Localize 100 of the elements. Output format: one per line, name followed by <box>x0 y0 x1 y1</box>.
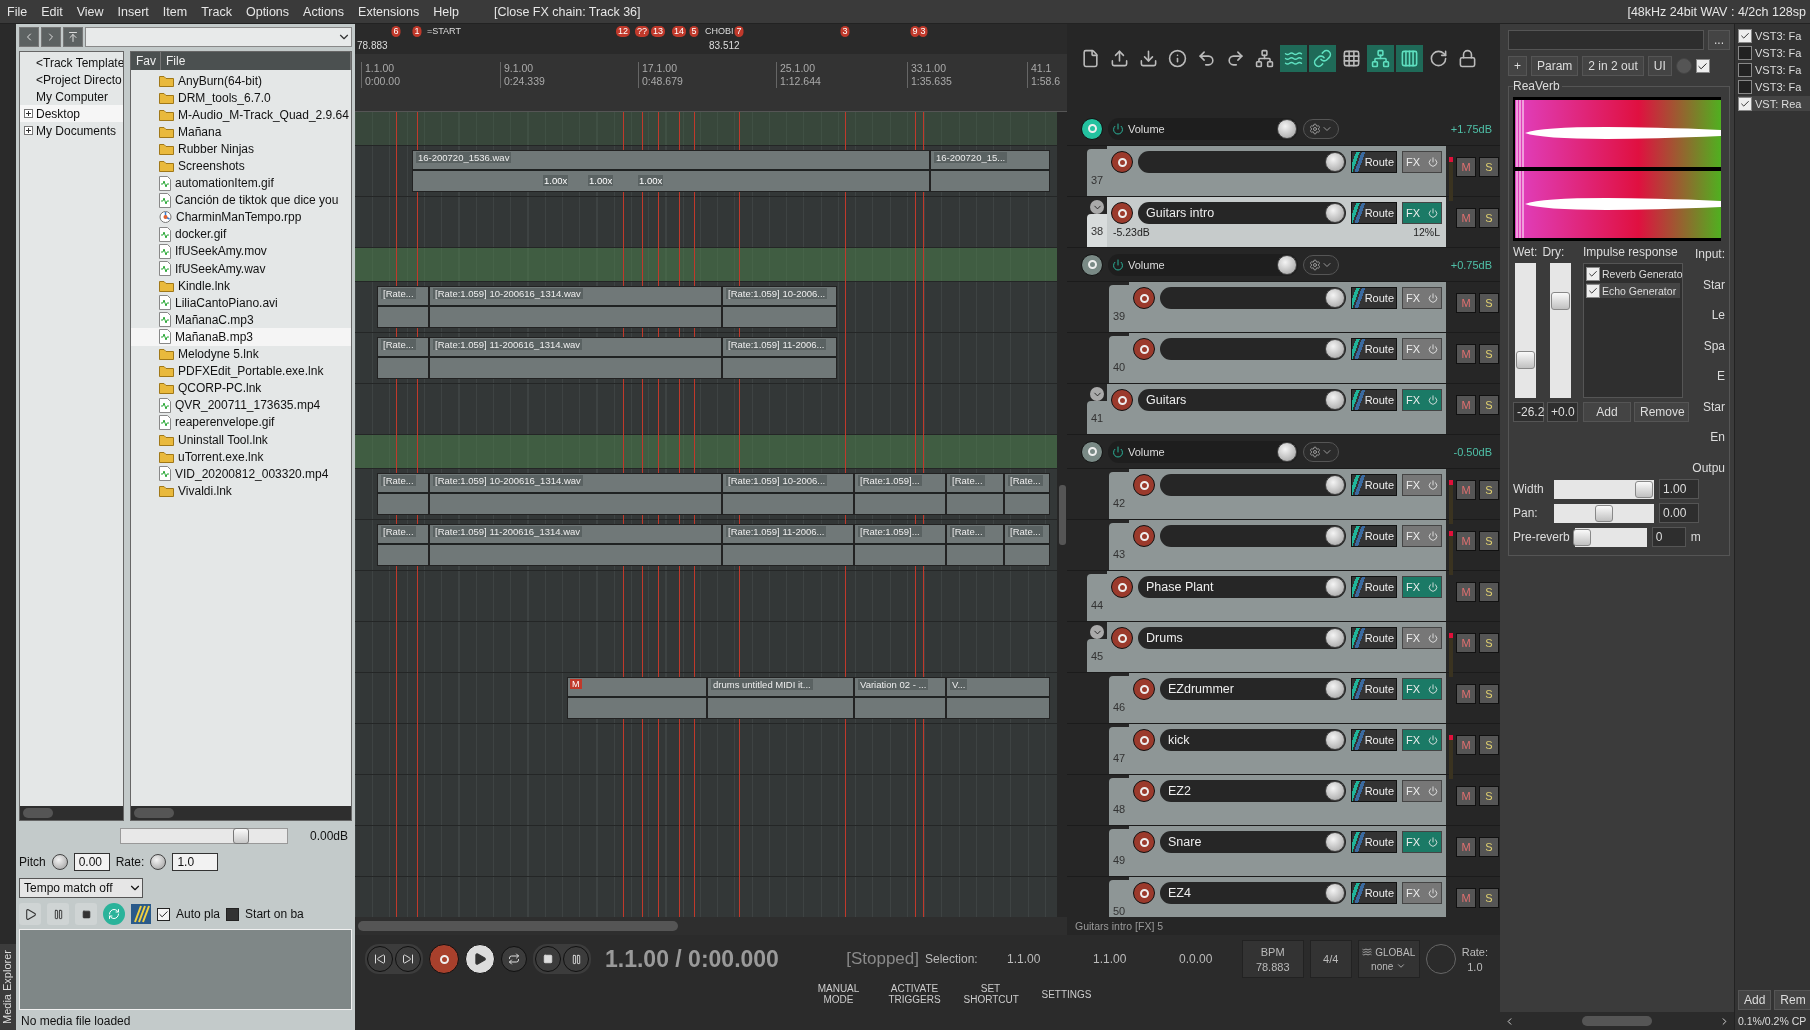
tempo-match-dropdown[interactable]: Tempo match off <box>19 878 143 898</box>
fx-button[interactable]: FX <box>1402 831 1442 853</box>
envelope-settings-button[interactable] <box>1303 254 1339 275</box>
timeline-ruler[interactable]: 1.1.00 0:00.00 9.1.00 0:24.339 17.1.00 0:48.679 25.1.00 1:12.644 33.1.00 1:35.635 41.1 1:58.6 <box>355 54 1067 112</box>
nodes-button[interactable] <box>1367 44 1394 72</box>
play-button[interactable] <box>19 903 41 925</box>
folder-collapse-button[interactable] <box>1090 200 1104 214</box>
marker-flag[interactable]: 9 <box>910 26 920 37</box>
file-row[interactable]: AnyBurn(64-bit) <box>131 72 351 90</box>
generator-item[interactable]: Reverb Generato <box>1586 266 1680 281</box>
menu-item[interactable]: Insert <box>110 4 156 19</box>
marker-flag[interactable]: ?? <box>635 26 649 37</box>
folder-collapse-button[interactable] <box>1090 625 1104 639</box>
preview-volume-slider[interactable] <box>120 828 288 844</box>
media-item[interactable]: [Rate:1.059]... <box>854 473 946 515</box>
route-button[interactable]: Route <box>1351 627 1397 649</box>
slider-thumb[interactable] <box>1635 480 1653 498</box>
route-button[interactable]: Route <box>1351 576 1397 598</box>
media-item[interactable]: [Rate... <box>377 524 429 566</box>
global-mode-box[interactable]: GLOBAL none <box>1357 940 1420 978</box>
track-name-field[interactable] <box>1160 287 1346 309</box>
slider-thumb[interactable] <box>1595 504 1613 522</box>
record-arm-button[interactable] <box>1111 576 1133 598</box>
pan-value-field[interactable]: 0.00 <box>1659 503 1699 523</box>
slider-thumb[interactable] <box>1572 528 1591 546</box>
media-item[interactable]: V... <box>946 677 1050 719</box>
track-panel[interactable]: Guitars intro Route FX -5.23dB 12%L <box>1107 197 1446 247</box>
track-number[interactable]: 37 <box>1087 149 1107 196</box>
rate-field[interactable]: 1.0 <box>172 853 219 871</box>
fx-button[interactable]: FX <box>1402 882 1442 904</box>
route-button[interactable]: Route <box>1351 678 1397 700</box>
file-row[interactable]: uTorrent.exe.lnk <box>131 448 351 466</box>
add-button[interactable]: Add <box>1583 402 1631 422</box>
route-button[interactable]: Route <box>1351 780 1397 802</box>
solo-button[interactable]: S <box>1479 480 1499 500</box>
action-button[interactable]: ACTIVATE TRIGGERS <box>887 983 942 1005</box>
solo-button[interactable]: S <box>1479 837 1499 857</box>
volume-knob[interactable] <box>1325 679 1345 699</box>
checkbox[interactable] <box>226 907 240 921</box>
track-name-field[interactable]: kick <box>1160 729 1346 751</box>
solo-button[interactable]: S <box>1479 344 1499 364</box>
slider-thumb[interactable] <box>1516 351 1535 370</box>
fx-button[interactable]: FX <box>1402 525 1442 547</box>
file-row[interactable]: reaperenvelope.gif <box>131 413 351 431</box>
marker-flag[interactable]: 5 <box>689 26 699 37</box>
track-number[interactable]: 48 <box>1109 778 1129 825</box>
tree-item[interactable]: <Project Directo <box>20 71 123 88</box>
stop-button[interactable] <box>535 946 561 972</box>
menu-item[interactable]: File <box>0 4 35 19</box>
record-arm-button[interactable] <box>1111 151 1133 173</box>
stop-button[interactable] <box>75 903 97 925</box>
fx-button[interactable]: FX <box>1402 678 1442 700</box>
stripes-icon[interactable] <box>131 904 151 924</box>
solo-button[interactable]: S <box>1479 633 1499 653</box>
folder-collapse-button[interactable] <box>1090 387 1104 401</box>
route-button[interactable]: Route <box>1351 389 1397 411</box>
scrollbar[interactable] <box>1500 1012 1734 1030</box>
envelope-knob[interactable] <box>1277 254 1297 275</box>
file-row[interactable]: docker.gif <box>131 225 351 243</box>
volume-knob[interactable] <box>1325 730 1345 750</box>
file-row[interactable]: Vivaldi.lnk <box>131 482 351 500</box>
stretch-marker[interactable]: 1.00x <box>543 175 569 186</box>
tree-item[interactable]: <Track Template <box>20 54 123 71</box>
envelope-arm-button[interactable] <box>1081 253 1103 276</box>
track-panel[interactable]: Drums Route FX <box>1107 622 1446 672</box>
media-item[interactable]: [Rate:1.059] 10-200616_1314.wav <box>429 286 722 328</box>
wave-button[interactable] <box>1280 44 1307 72</box>
track-name-field[interactable]: Drums <box>1138 627 1346 649</box>
menu-item[interactable]: View <box>69 4 111 19</box>
marker-flag[interactable]: 3 <box>840 26 850 37</box>
scrollbar[interactable] <box>131 806 351 820</box>
action-button[interactable]: SETTINGS <box>1039 983 1094 1005</box>
width-slider[interactable] <box>1554 479 1654 499</box>
route-button[interactable]: Route <box>1351 151 1397 173</box>
scrollbar[interactable] <box>20 806 123 820</box>
tree-item[interactable]: My Computer <box>20 88 123 105</box>
media-item[interactable]: [Rate... <box>377 286 429 328</box>
checkbox[interactable] <box>157 907 170 921</box>
marker-flag[interactable]: 3 <box>918 26 928 37</box>
fx-button[interactable]: UI <box>1647 56 1672 76</box>
pitch-field[interactable]: 0.00 <box>73 853 110 871</box>
track-panel[interactable]: EZdrummer Route FX <box>1129 673 1446 723</box>
route-button[interactable]: Route <box>1351 525 1397 547</box>
record-arm-button[interactable] <box>1111 627 1133 649</box>
fx-button[interactable]: FX <box>1402 287 1442 309</box>
solo-button[interactable]: S <box>1479 582 1499 602</box>
marker-flag[interactable]: 6 <box>391 26 401 37</box>
file-row[interactable]: VID_20200812_003320.mp4 <box>131 465 351 483</box>
media-item[interactable]: [Rate... <box>1004 524 1050 566</box>
menu-item[interactable]: Options <box>238 4 297 19</box>
pre-reverb-slider[interactable] <box>1574 527 1647 547</box>
media-item[interactable]: [Rate:1.059] 11-200616_1314.wav <box>429 524 722 566</box>
media-item[interactable]: [Rate... <box>946 473 1004 515</box>
track-panel[interactable]: Snare Route FX <box>1129 826 1446 876</box>
skip-forward-button[interactable] <box>395 946 421 972</box>
time-signature[interactable]: 4/4 <box>1309 940 1352 978</box>
record-arm-button[interactable] <box>1133 729 1155 751</box>
dry-value-field[interactable]: +0.0 <box>1547 402 1578 422</box>
track-number[interactable]: 45 <box>1087 639 1107 672</box>
file-row[interactable]: MañanaC.mp3 <box>131 311 351 329</box>
